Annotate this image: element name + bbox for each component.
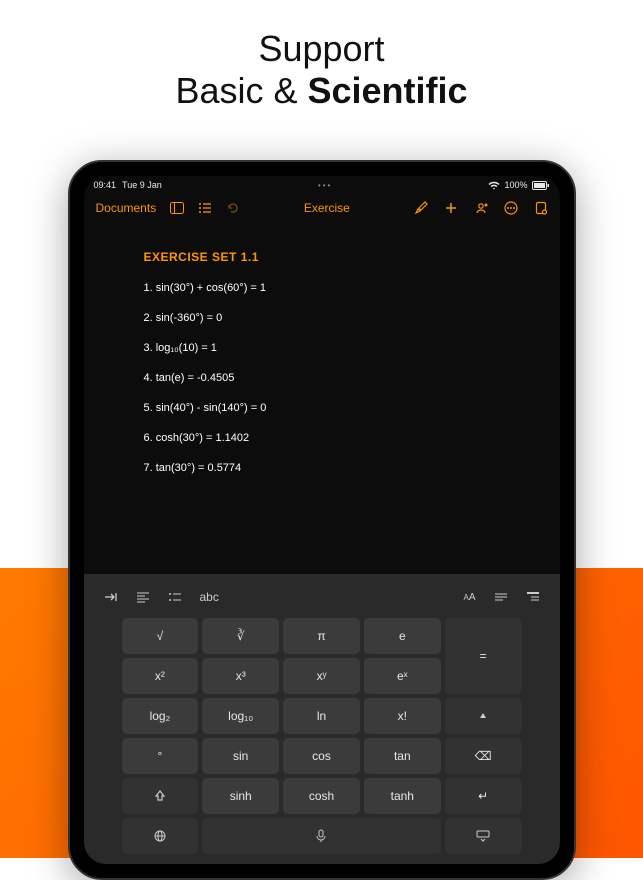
note-icon[interactable] bbox=[534, 201, 548, 215]
exercise-heading: EXERCISE SET 1.1 bbox=[144, 250, 500, 264]
key-xy[interactable]: xʸ bbox=[283, 658, 360, 694]
key-cos[interactable]: cos bbox=[283, 738, 360, 774]
key-enter[interactable]: ↵ bbox=[445, 778, 522, 814]
equation-2: 2. sin(-360°) = 0 bbox=[144, 312, 500, 324]
list-icon[interactable] bbox=[198, 201, 212, 215]
equation-3: 3. log₁₀(10) = 1 bbox=[144, 342, 500, 354]
key-up[interactable] bbox=[445, 698, 522, 734]
key-equals[interactable]: = bbox=[445, 618, 522, 694]
wifi-icon bbox=[488, 181, 500, 190]
document-title: Exercise bbox=[304, 201, 350, 215]
scientific-keyboard: abc AAAA √ ∛ π e = x² x³ bbox=[84, 574, 560, 864]
align-left-icon[interactable] bbox=[136, 591, 150, 603]
key-log10[interactable]: log₁₀ bbox=[202, 698, 279, 734]
key-tanh[interactable]: tanh bbox=[364, 778, 441, 814]
text-size-button[interactable]: AAAA bbox=[463, 592, 475, 603]
key-cbrt[interactable]: ∛ bbox=[202, 618, 279, 654]
key-mic[interactable] bbox=[202, 818, 440, 854]
status-dots: ••• bbox=[162, 181, 489, 190]
equation-1: 1. sin(30°) + cos(60°) = 1 bbox=[144, 282, 500, 294]
screen: 09:41 Tue 9 Jan ••• 100% Documents bbox=[84, 176, 560, 864]
bullet-list-icon[interactable] bbox=[168, 591, 182, 603]
key-globe[interactable] bbox=[122, 818, 199, 854]
headline-line2: Basic & Scientific bbox=[0, 70, 643, 112]
document-content[interactable]: EXERCISE SET 1.1 1. sin(30°) + cos(60°) … bbox=[84, 222, 560, 574]
equation-4: 4. tan(e) = -0.4505 bbox=[144, 372, 500, 384]
key-backspace[interactable]: ⌫ bbox=[445, 738, 522, 774]
headline-line1: Support bbox=[0, 28, 643, 70]
equation-5: 5. sin(40°) - sin(140°) = 0 bbox=[144, 402, 500, 414]
key-log2[interactable]: log₂ bbox=[122, 698, 199, 734]
keyboard-toolbar: abc AAAA bbox=[84, 582, 560, 612]
sidebar-icon[interactable] bbox=[170, 201, 184, 215]
key-degree[interactable]: ° bbox=[122, 738, 199, 774]
key-pi[interactable]: π bbox=[283, 618, 360, 654]
align-icon[interactable] bbox=[494, 591, 508, 603]
key-cosh[interactable]: cosh bbox=[283, 778, 360, 814]
tablet-frame: 09:41 Tue 9 Jan ••• 100% Documents bbox=[68, 160, 576, 880]
brush-icon[interactable] bbox=[414, 201, 428, 215]
key-x3[interactable]: x³ bbox=[202, 658, 279, 694]
equation-7: 7. tan(30°) = 0.5774 bbox=[144, 462, 500, 474]
key-sqrt[interactable]: √ bbox=[122, 618, 199, 654]
indent-icon[interactable] bbox=[526, 591, 540, 603]
key-grid: √ ∛ π e = x² x³ xʸ eˣ log₂ log₁₀ ln x! bbox=[84, 612, 560, 864]
undo-icon[interactable] bbox=[226, 201, 240, 215]
status-battery: 100% bbox=[504, 180, 527, 190]
key-ln[interactable]: ln bbox=[283, 698, 360, 734]
key-fact[interactable]: x! bbox=[364, 698, 441, 734]
battery-icon bbox=[532, 181, 550, 190]
status-date: Tue 9 Jan bbox=[122, 180, 162, 190]
key-dismiss[interactable] bbox=[445, 818, 522, 854]
status-bar: 09:41 Tue 9 Jan ••• 100% bbox=[84, 176, 560, 194]
key-e[interactable]: e bbox=[364, 618, 441, 654]
key-shift[interactable] bbox=[122, 778, 199, 814]
documents-button[interactable]: Documents bbox=[96, 201, 157, 215]
marketing-headline: Support Basic & Scientific bbox=[0, 0, 643, 112]
headline-basic: Basic & bbox=[175, 70, 307, 111]
tab-icon[interactable] bbox=[104, 591, 118, 603]
abc-button[interactable]: abc bbox=[200, 590, 219, 604]
key-ex[interactable]: eˣ bbox=[364, 658, 441, 694]
add-icon[interactable] bbox=[444, 201, 458, 215]
key-tan[interactable]: tan bbox=[364, 738, 441, 774]
collaborate-icon[interactable] bbox=[474, 201, 488, 215]
key-sinh[interactable]: sinh bbox=[202, 778, 279, 814]
equation-6: 6. cosh(30°) = 1.1402 bbox=[144, 432, 500, 444]
key-x2[interactable]: x² bbox=[122, 658, 199, 694]
app-toolbar: Documents Exercise bbox=[84, 194, 560, 222]
key-sin[interactable]: sin bbox=[202, 738, 279, 774]
status-time: 09:41 bbox=[94, 180, 117, 190]
more-icon[interactable] bbox=[504, 201, 518, 215]
headline-scientific: Scientific bbox=[307, 70, 467, 111]
